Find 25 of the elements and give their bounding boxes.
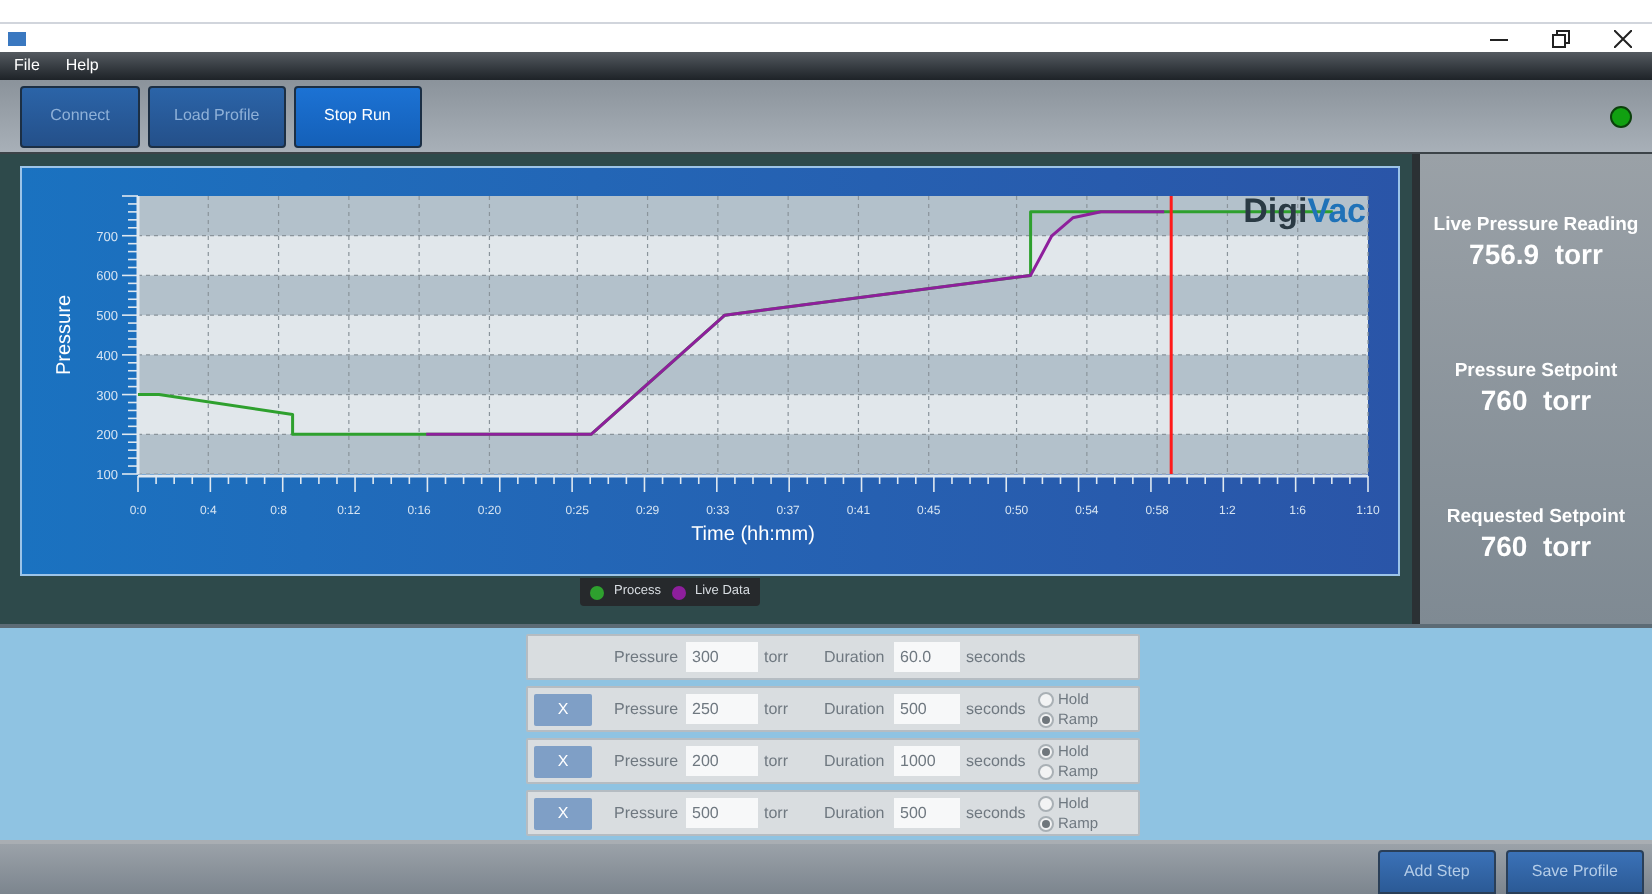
readout-label: Requested Setpoint [1446, 505, 1626, 530]
unit-label: seconds [966, 701, 1028, 717]
readout-value: 760 torr [1480, 383, 1592, 419]
readout-value: 760 torr [1480, 529, 1592, 565]
unit-label: torr [764, 701, 790, 717]
field-label: Pressure [614, 701, 681, 717]
unit-label: seconds [966, 805, 1028, 821]
x-axis-title: Time (hh:mm) [691, 524, 815, 546]
field-label: Duration [824, 805, 887, 821]
unit-label: seconds [966, 753, 1028, 769]
unit-label: seconds [966, 649, 1028, 665]
unit-label: torr [764, 805, 790, 821]
readout-label: Live Pressure Reading [1433, 213, 1639, 238]
field-label: Duration [824, 649, 887, 665]
field-label: Pressure [614, 649, 681, 665]
y-axis-title: Pressure [54, 295, 76, 375]
unit-label: torr [764, 753, 790, 769]
field-label: Duration [824, 701, 887, 717]
readout-label: Pressure Setpoint [1454, 359, 1618, 384]
unit-label: torr [764, 649, 790, 665]
logo-text: Vac [1307, 194, 1366, 228]
field-label: Pressure [614, 753, 681, 769]
readout-value: 756.9 torr [1469, 237, 1603, 273]
field-label: Pressure [614, 805, 681, 821]
field-label: Duration [824, 753, 887, 769]
